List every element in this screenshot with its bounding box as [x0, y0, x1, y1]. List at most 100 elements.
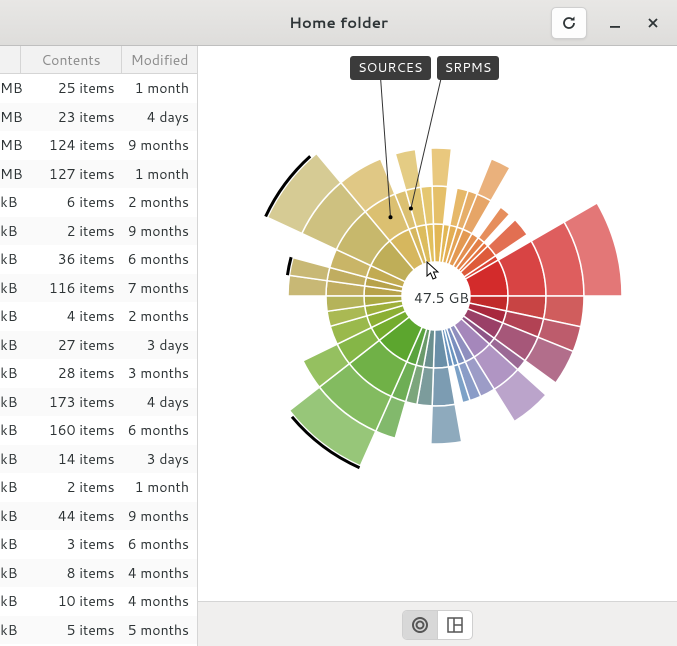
cell-size-unit: kB [0, 192, 25, 212]
cell-modified: 4 months [123, 563, 197, 583]
table-row[interactable]: kB160 items6 months [0, 416, 197, 445]
file-list-panel: Contents Modified MB25 items1 monthMB23 … [0, 46, 198, 646]
column-contents[interactable]: Contents [21, 46, 122, 73]
table-row[interactable]: kB5 items5 months [0, 616, 197, 645]
cell-contents: 14 items [25, 449, 122, 469]
tooltip-tag: SOURCES [350, 56, 431, 80]
table-row[interactable]: kB6 items2 months [0, 188, 197, 217]
table-row[interactable]: kB27 items3 days [0, 331, 197, 360]
cell-size-unit: MB [0, 78, 25, 98]
cell-size-unit: kB [0, 534, 25, 554]
cell-size-unit: kB [0, 306, 25, 326]
cell-contents: 124 items [25, 135, 122, 155]
cell-contents: 44 items [25, 506, 122, 526]
table-row[interactable]: kB173 items4 days [0, 388, 197, 417]
view-toggle-bar [198, 601, 677, 646]
cell-contents: 4 items [25, 306, 122, 326]
treemap-icon [447, 617, 463, 633]
table-row[interactable]: kB116 items7 months [0, 274, 197, 303]
cell-size-unit: MB [0, 164, 25, 184]
view-toggle-group [402, 610, 473, 640]
chart-center-label: 47.5 GB [414, 288, 469, 308]
cell-size-unit: kB [0, 363, 25, 383]
cell-modified: 6 months [123, 420, 197, 440]
minimize-button[interactable] [605, 13, 625, 33]
cell-modified: 3 days [123, 335, 197, 355]
chart-panel: 47.5 GB SOURCESSRPMS [198, 46, 677, 646]
cell-modified: 6 months [123, 534, 197, 554]
cell-contents: 5 items [25, 620, 122, 640]
cell-size-unit: kB [0, 591, 25, 611]
cell-size-unit: kB [0, 278, 25, 298]
table-row[interactable]: MB127 items1 month [0, 160, 197, 189]
minimize-icon [609, 17, 621, 29]
cell-contents: 116 items [25, 278, 122, 298]
cell-modified: 1 month [123, 477, 197, 497]
table-row[interactable]: kB8 items4 months [0, 559, 197, 588]
chart-tooltip-tags: SOURCESSRPMS [350, 56, 499, 80]
window-actions [551, 7, 677, 39]
table-row[interactable]: kB44 items9 months [0, 502, 197, 531]
table-row[interactable]: kB4 items2 months [0, 302, 197, 331]
table-row[interactable]: kB2 items9 months [0, 217, 197, 246]
cell-modified: 9 months [123, 135, 197, 155]
cell-modified: 4 months [123, 591, 197, 611]
table-row[interactable]: kB10 items4 months [0, 587, 197, 616]
chart-slice[interactable] [431, 148, 452, 187]
cell-size-unit: MB [0, 107, 25, 127]
table-row[interactable]: MB23 items4 days [0, 103, 197, 132]
file-rows: MB25 items1 monthMB23 items4 daysMB124 i… [0, 74, 197, 644]
cell-size-unit: kB [0, 477, 25, 497]
reload-button[interactable] [551, 7, 587, 39]
cell-contents: 2 items [25, 477, 122, 497]
chart-slice[interactable] [477, 159, 510, 201]
column-size[interactable] [0, 46, 21, 73]
cell-modified: 1 month [123, 164, 197, 184]
table-row[interactable]: kB2 items1 month [0, 473, 197, 502]
table-row[interactable]: kB36 items6 months [0, 245, 197, 274]
cell-contents: 8 items [25, 563, 122, 583]
chart-slice[interactable] [431, 404, 462, 444]
cell-modified: 4 days [123, 392, 197, 412]
cell-size-unit: kB [0, 249, 25, 269]
cursor-icon [426, 261, 442, 281]
view-rings-button[interactable] [403, 611, 437, 639]
chart-slice[interactable] [432, 367, 455, 406]
cell-contents: 10 items [25, 591, 122, 611]
chart-leader-dot [389, 215, 393, 219]
cell-modified: 2 months [123, 192, 197, 212]
table-row[interactable]: MB124 items9 months [0, 131, 197, 160]
view-treemap-button[interactable] [437, 611, 472, 639]
chart-leader-dot [409, 207, 413, 211]
cell-modified: 3 days [123, 449, 197, 469]
cell-size-unit: kB [0, 392, 25, 412]
cell-modified: 7 months [123, 278, 197, 298]
cell-modified: 9 months [123, 506, 197, 526]
chart-slice[interactable] [432, 186, 447, 224]
cell-modified: 1 month [123, 78, 197, 98]
cell-contents: 2 items [25, 221, 122, 241]
table-row[interactable]: kB28 items3 months [0, 359, 197, 388]
cell-size-unit: kB [0, 620, 25, 640]
reload-icon [561, 15, 577, 31]
cell-contents: 6 items [25, 192, 122, 212]
cell-modified: 5 months [123, 620, 197, 640]
table-row[interactable]: kB3 items6 months [0, 530, 197, 559]
cell-size-unit: kB [0, 420, 25, 440]
cell-size-unit: kB [0, 335, 25, 355]
cell-size-unit: kB [0, 563, 25, 583]
column-headers: Contents Modified [0, 46, 197, 74]
sunburst-chart[interactable] [198, 46, 677, 602]
table-row[interactable]: kB14 items3 days [0, 445, 197, 474]
close-icon [647, 17, 659, 29]
column-modified[interactable]: Modified [122, 46, 197, 73]
tooltip-tag: SRPMS [437, 56, 500, 80]
cell-contents: 127 items [25, 164, 122, 184]
table-row[interactable]: MB25 items1 month [0, 74, 197, 103]
cell-modified: 6 months [123, 249, 197, 269]
close-button[interactable] [643, 13, 663, 33]
cell-modified: 3 months [123, 363, 197, 383]
cell-modified: 2 months [123, 306, 197, 326]
cell-contents: 36 items [25, 249, 122, 269]
cell-size-unit: kB [0, 449, 25, 469]
